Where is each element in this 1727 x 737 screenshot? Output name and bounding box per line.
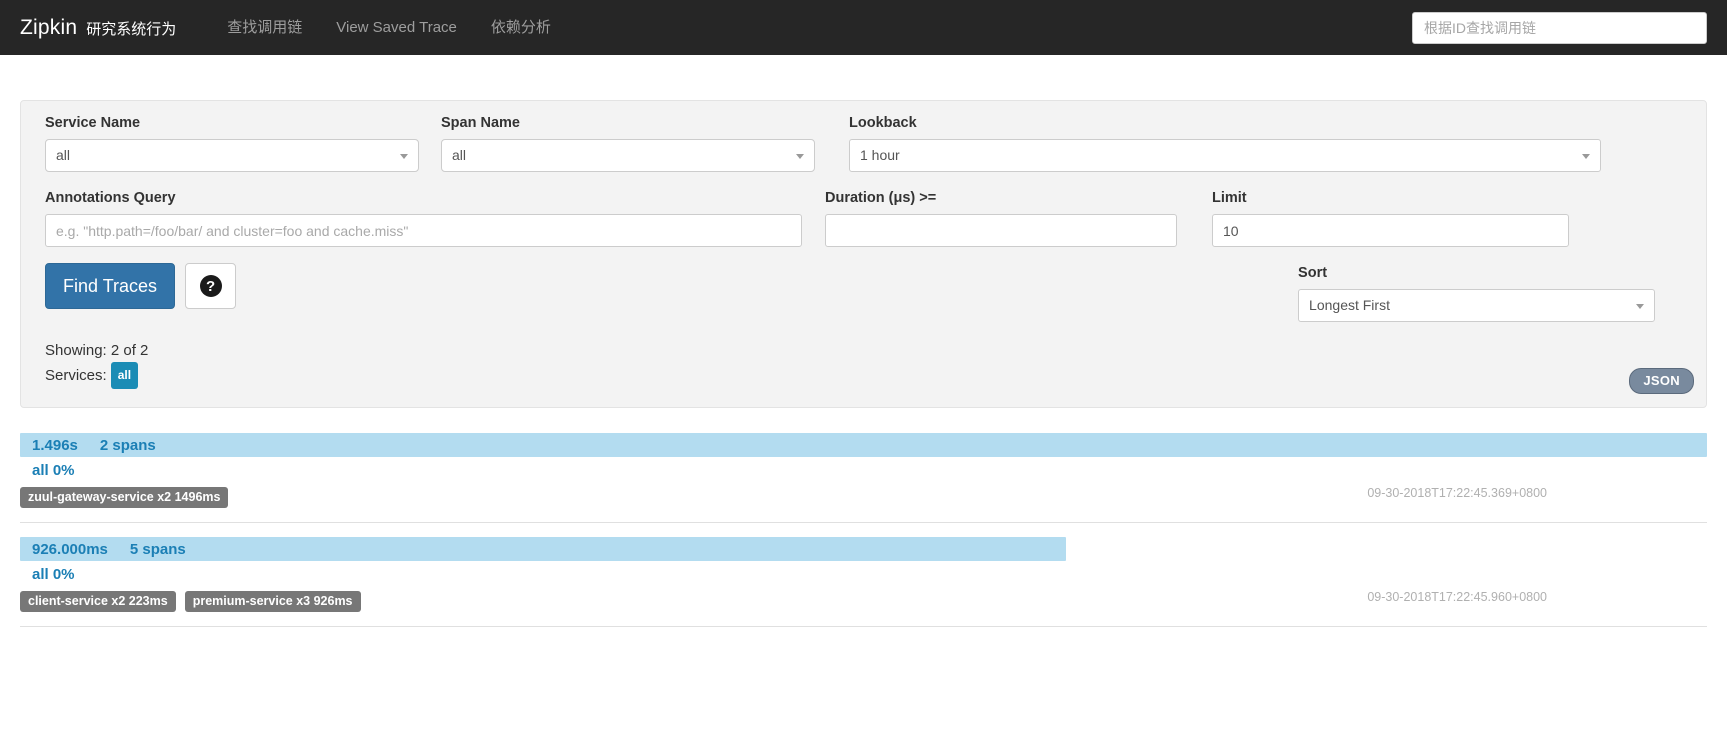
search-actions: Find Traces ? [45, 263, 236, 322]
nav-dependencies[interactable]: 依赖分析 [474, 0, 568, 55]
lookback-select-wrap: 1 hour [849, 139, 1601, 172]
field-limit: Limit [1212, 188, 1569, 247]
search-row-2: Annotations Query Duration (μs) >= Limit [33, 188, 1694, 247]
limit-label: Limit [1212, 188, 1569, 208]
lookback-label: Lookback [849, 113, 1601, 133]
trace-results-list: 1.496s 2 spans all 0% zuul-gateway-servi… [20, 433, 1707, 627]
duration-input[interactable] [825, 214, 1177, 247]
field-sort: Sort Longest First [1298, 263, 1655, 322]
duration-label: Duration (μs) >= [825, 188, 1177, 208]
sort-label: Sort [1298, 263, 1655, 283]
showing-count: Showing: 2 of 2 [45, 340, 1694, 362]
trace-percent: all 0% [20, 566, 1707, 583]
sort-select-wrap: Longest First [1298, 289, 1655, 322]
field-service-name: Service Name all [45, 113, 419, 172]
field-duration: Duration (μs) >= [825, 188, 1177, 247]
services-line: Services:all [45, 362, 1694, 389]
service-name-label: Service Name [45, 113, 419, 133]
field-annotations-query: Annotations Query [45, 188, 802, 247]
top-navbar: Zipkin 研究系统行为 查找调用链 View Saved Trace 依赖分… [0, 0, 1727, 55]
trace-timestamp: 09-30-2018T17:22:45.960+0800 [1367, 590, 1547, 604]
span-name-select[interactable]: all [441, 139, 815, 172]
trace-duration: 926.000ms [32, 541, 108, 558]
span-name-select-wrap: all [441, 139, 815, 172]
brand-name: Zipkin [20, 16, 77, 40]
trace-span-count: 2 spans [100, 437, 156, 454]
trace-duration-bar[interactable]: 1.496s 2 spans [20, 433, 1707, 457]
service-tag[interactable]: premium-service x3 926ms [185, 591, 361, 612]
service-name-select[interactable]: all [45, 139, 419, 172]
help-button[interactable]: ? [185, 263, 236, 309]
navbar-right [1412, 12, 1707, 44]
span-name-label: Span Name [441, 113, 815, 133]
search-panel: Service Name all Span Name all Lookback … [20, 100, 1707, 408]
limit-input[interactable] [1212, 214, 1569, 247]
results-meta: Showing: 2 of 2 Services:all [45, 340, 1694, 389]
service-tag[interactable]: zuul-gateway-service x2 1496ms [20, 487, 228, 508]
trace-timestamp: 09-30-2018T17:22:45.369+0800 [1367, 486, 1547, 500]
field-lookback: Lookback 1 hour [849, 113, 1601, 172]
trace-percent: all 0% [20, 462, 1707, 479]
annotations-query-input[interactable] [45, 214, 802, 247]
nav-view-saved-trace[interactable]: View Saved Trace [319, 0, 474, 55]
annotations-query-label: Annotations Query [45, 188, 802, 208]
table-row[interactable]: 1.496s 2 spans all 0% zuul-gateway-servi… [20, 433, 1707, 523]
json-button[interactable]: JSON [1629, 368, 1694, 394]
brand-subtitle: 研究系统行为 [86, 18, 176, 39]
brand-logo[interactable]: Zipkin 研究系统行为 [20, 16, 176, 40]
trace-id-search-input[interactable] [1412, 12, 1707, 44]
service-tag[interactable]: client-service x2 223ms [20, 591, 176, 612]
page-body: Service Name all Span Name all Lookback … [0, 100, 1727, 627]
trace-duration-bar[interactable]: 926.000ms 5 spans [20, 537, 1066, 561]
trace-duration: 1.496s [32, 437, 78, 454]
search-row-3: Find Traces ? Sort Longest First [33, 263, 1694, 322]
table-row[interactable]: 926.000ms 5 spans all 0% client-service … [20, 537, 1707, 627]
nav-find-traces[interactable]: 查找调用链 [210, 0, 319, 55]
services-label: Services: [45, 367, 107, 384]
services-badge-all[interactable]: all [111, 362, 138, 389]
nav-links: 查找调用链 View Saved Trace 依赖分析 [210, 0, 568, 55]
trace-span-count: 5 spans [130, 541, 186, 558]
find-traces-button[interactable]: Find Traces [45, 263, 175, 309]
question-mark-icon: ? [200, 275, 222, 297]
service-name-select-wrap: all [45, 139, 419, 172]
field-span-name: Span Name all [441, 113, 815, 172]
search-row-1: Service Name all Span Name all Lookback … [33, 113, 1694, 172]
lookback-select[interactable]: 1 hour [849, 139, 1601, 172]
sort-select[interactable]: Longest First [1298, 289, 1655, 322]
